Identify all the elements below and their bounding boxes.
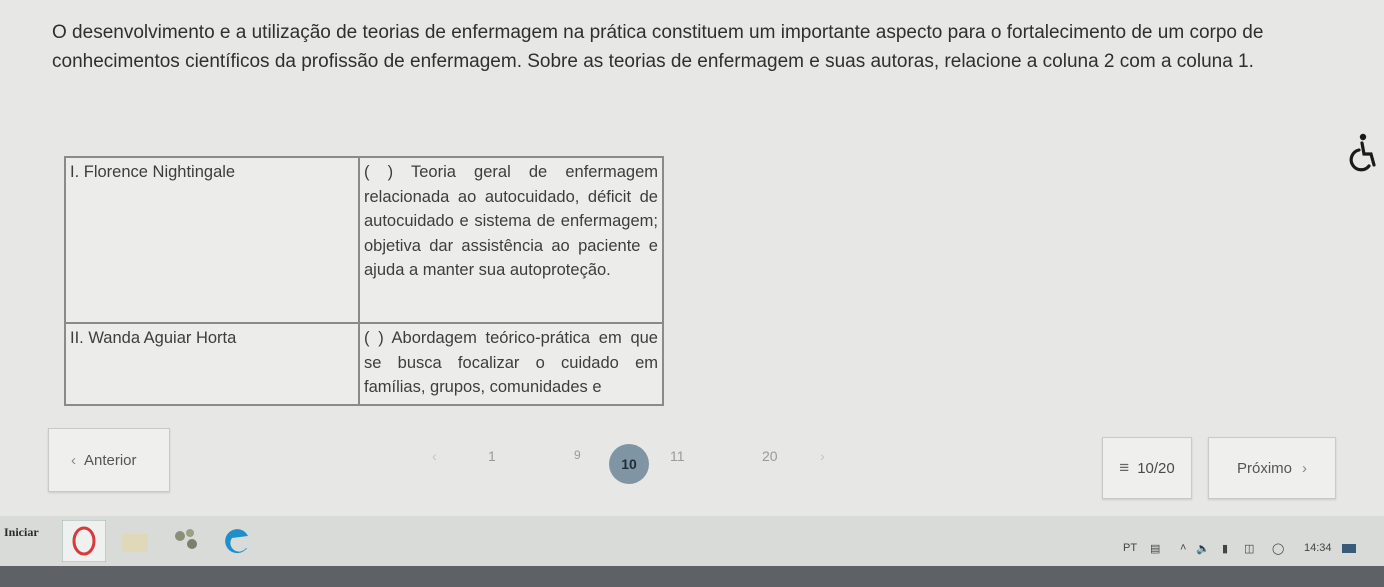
pager-next-icon[interactable]: › — [820, 448, 825, 464]
theories-table: I. Florence Nightingale ( ) Teoria geral… — [64, 156, 664, 406]
accessibility-icon[interactable] — [1348, 132, 1378, 174]
page-number[interactable]: 9 — [574, 448, 581, 462]
file-explorer-icon[interactable] — [120, 528, 150, 554]
chevron-left-icon: ‹ — [71, 452, 76, 469]
start-button[interactable]: Iniciar — [4, 525, 39, 540]
notification-icon[interactable]: ◯ — [1272, 542, 1284, 555]
taskbar-bottom-edge — [0, 566, 1384, 587]
chevron-up-icon[interactable]: ˄ — [1180, 542, 1186, 554]
pager-prev-icon[interactable]: ‹ — [432, 448, 437, 464]
opera-browser-icon[interactable] — [62, 520, 106, 562]
show-desktop-icon[interactable] — [1342, 544, 1356, 553]
question-text: O desenvolvimento e a utilização de teor… — [52, 22, 1264, 72]
theory-description-cell: ( ) Teoria geral de enfermagem relaciona… — [358, 156, 664, 324]
list-icon: ≡ — [1119, 458, 1130, 477]
battery-icon[interactable]: ▮ — [1222, 542, 1228, 555]
page-number-active[interactable]: 10 — [609, 444, 649, 484]
table-row: II. Wanda Aguiar Horta ( ) Abordagem teó… — [64, 322, 664, 406]
volume-icon[interactable]: 🔈 — [1196, 542, 1210, 555]
question-counter: 10/20 — [1137, 459, 1175, 477]
table-row: I. Florence Nightingale ( ) Teoria geral… — [64, 156, 664, 324]
clock-time[interactable]: 14:34 — [1304, 542, 1332, 554]
next-label: Próximo — [1236, 459, 1292, 477]
question-list-button[interactable]: ≡ 10/20 — [1102, 437, 1192, 499]
network-icon[interactable]: ◫ — [1244, 542, 1254, 555]
author-cell: I. Florence Nightingale — [64, 156, 360, 324]
page-number[interactable]: 11 — [670, 448, 685, 464]
previous-label: Anterior — [84, 452, 137, 469]
theory-description-cell: ( ) Abordagem teórico-prática em que se … — [358, 322, 664, 406]
previous-button[interactable]: ‹ Anterior — [48, 428, 170, 492]
chevron-right-icon: › — [1302, 459, 1307, 477]
page-number[interactable]: 1 — [488, 448, 496, 464]
keyboard-icon[interactable]: ▤ — [1150, 542, 1160, 555]
language-indicator[interactable]: PT — [1123, 542, 1137, 554]
next-button[interactable]: Próximo › — [1208, 437, 1336, 499]
people-icon[interactable] — [170, 524, 202, 554]
edge-browser-icon[interactable] — [222, 524, 252, 556]
author-cell: II. Wanda Aguiar Horta — [64, 322, 360, 406]
page-number[interactable]: 20 — [762, 448, 778, 464]
